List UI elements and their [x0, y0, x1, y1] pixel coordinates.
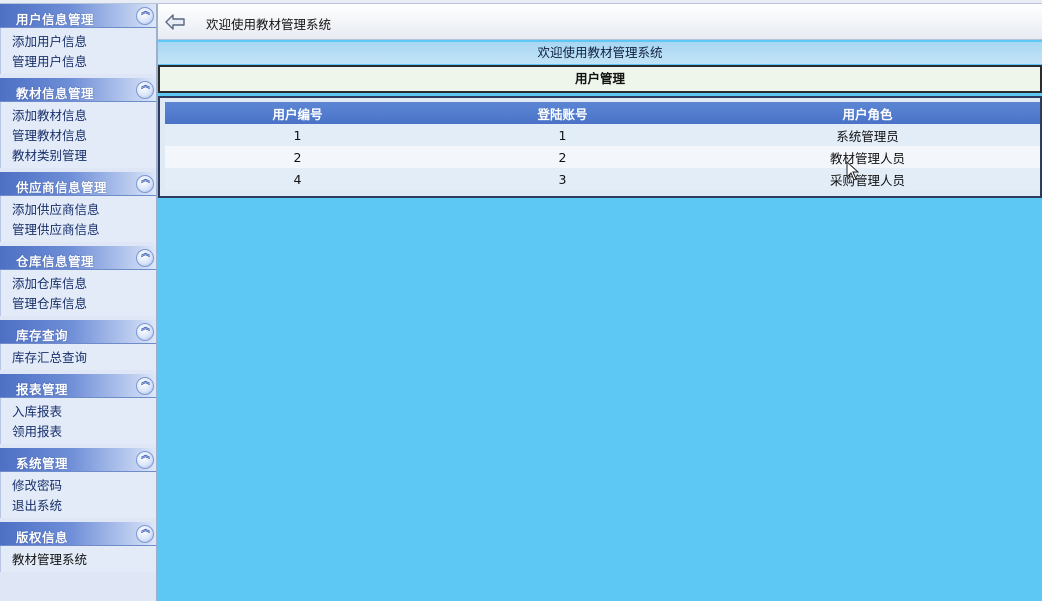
sidebar-group-user: 用户信息管理 ︽ 添加用户信息 管理用户信息: [0, 4, 156, 74]
collapse-icon[interactable]: ︽: [136, 323, 154, 341]
sidebar-group-title: 系统管理: [16, 456, 69, 471]
sidebar-group-header[interactable]: 仓库信息管理 ︽: [0, 246, 156, 270]
sidebar-group-warehouse: 仓库信息管理 ︽ 添加仓库信息 管理仓库信息: [0, 246, 156, 316]
column-header-user-role[interactable]: 用户角色: [695, 102, 1040, 124]
sidebar-item-logout[interactable]: 退出系统: [1, 496, 156, 516]
sidebar-group-title: 用户信息管理: [16, 12, 95, 27]
table-row[interactable]: 4 3 采购管理人员: [165, 168, 1040, 190]
copyright-text: 教材管理系统: [12, 552, 88, 567]
sidebar-group-supplier: 供应商信息管理 ︽ 添加供应商信息 管理供应商信息: [0, 172, 156, 242]
sidebar-item-add-supplier[interactable]: 添加供应商信息: [1, 200, 156, 220]
sidebar-group-copyright: 版权信息 ︽ 教材管理系统: [0, 522, 156, 572]
sidebar-group-header[interactable]: 报表管理 ︽: [0, 374, 156, 398]
header-title: 欢迎使用教材管理系统: [206, 17, 332, 32]
main-content: 欢迎使用教材管理系统 欢迎使用教材管理系统 用户管理 用户编号 登陆账号 用户角…: [158, 4, 1042, 601]
table-header-row: 用户编号 登陆账号 用户角色: [165, 102, 1040, 124]
sidebar-group-title: 仓库信息管理: [16, 254, 95, 269]
sidebar-item-inventory-summary[interactable]: 库存汇总查询: [1, 348, 156, 368]
sidebar-item-add-warehouse[interactable]: 添加仓库信息: [1, 274, 156, 294]
column-header-login-account[interactable]: 登陆账号: [430, 102, 695, 124]
user-table: 用户编号 登陆账号 用户角色 1 1 系统管理员 2 2 教材管理人员 4 3 …: [165, 102, 1040, 190]
cell-login-account: 2: [430, 146, 695, 168]
column-header-user-id[interactable]: 用户编号: [165, 102, 430, 124]
sidebar-group-title: 教材信息管理: [16, 86, 95, 101]
sidebar-group-body: 添加供应商信息 管理供应商信息: [0, 196, 156, 242]
collapse-icon[interactable]: ︽: [136, 249, 154, 267]
sidebar-group-body: 教材管理系统: [0, 546, 156, 572]
welcome-banner: 欢迎使用教材管理系统: [158, 42, 1042, 64]
cell-login-account: 3: [430, 168, 695, 190]
back-arrow-icon[interactable]: [164, 13, 186, 31]
sidebar-item-change-password[interactable]: 修改密码: [1, 476, 156, 496]
collapse-icon[interactable]: ︽: [136, 81, 154, 99]
cell-user-id: 4: [165, 168, 430, 190]
sidebar-group-header[interactable]: 用户信息管理 ︽: [0, 4, 156, 28]
sidebar-item-manage-warehouse[interactable]: 管理仓库信息: [1, 294, 156, 314]
cell-user-id: 1: [165, 124, 430, 146]
sidebar: 用户信息管理 ︽ 添加用户信息 管理用户信息 教材信息管理 ︽ 添加教材信息 管…: [0, 4, 157, 601]
collapse-icon[interactable]: ︽: [136, 7, 154, 25]
sidebar-item-stock-in-report[interactable]: 入库报表: [1, 402, 156, 422]
sidebar-group-header[interactable]: 库存查询 ︽: [0, 320, 156, 344]
cell-user-role: 教材管理人员: [695, 146, 1040, 168]
sidebar-group-body: 添加教材信息 管理教材信息 教材类别管理: [0, 102, 156, 168]
sidebar-group-body: 入库报表 领用报表: [0, 398, 156, 444]
sidebar-group-title: 库存查询: [16, 328, 69, 343]
sidebar-item-manage-supplier[interactable]: 管理供应商信息: [1, 220, 156, 240]
sidebar-item-manage-textbook[interactable]: 管理教材信息: [1, 126, 156, 146]
sidebar-group-system: 系统管理 ︽ 修改密码 退出系统: [0, 448, 156, 518]
cell-user-role: 系统管理员: [695, 124, 1040, 146]
sidebar-group-header[interactable]: 供应商信息管理 ︽: [0, 172, 156, 196]
table-row[interactable]: 2 2 教材管理人员: [165, 146, 1040, 168]
cell-user-id: 2: [165, 146, 430, 168]
mouse-cursor-icon: [846, 160, 860, 181]
sidebar-group-header[interactable]: 系统管理 ︽: [0, 448, 156, 472]
user-table-container: 用户编号 登陆账号 用户角色 1 1 系统管理员 2 2 教材管理人员 4 3 …: [158, 96, 1042, 198]
section-title: 用户管理: [158, 65, 1042, 93]
collapse-icon[interactable]: ︽: [136, 451, 154, 469]
sidebar-group-title: 报表管理: [16, 382, 69, 397]
cell-login-account: 1: [430, 124, 695, 146]
sidebar-group-title: 版权信息: [16, 530, 69, 545]
collapse-icon[interactable]: ︽: [136, 377, 154, 395]
sidebar-group-body: 库存汇总查询: [0, 344, 156, 370]
cell-user-role: 采购管理人员: [695, 168, 1040, 190]
sidebar-group-title: 供应商信息管理: [16, 180, 108, 195]
sidebar-group-inventory: 库存查询 ︽ 库存汇总查询: [0, 320, 156, 370]
sidebar-group-body: 添加用户信息 管理用户信息: [0, 28, 156, 74]
header-bar: 欢迎使用教材管理系统: [158, 4, 1042, 40]
sidebar-item-usage-report[interactable]: 领用报表: [1, 422, 156, 442]
sidebar-item-add-user[interactable]: 添加用户信息: [1, 32, 156, 52]
collapse-icon[interactable]: ︽: [136, 175, 154, 193]
table-row[interactable]: 1 1 系统管理员: [165, 124, 1040, 146]
sidebar-item-add-textbook[interactable]: 添加教材信息: [1, 106, 156, 126]
sidebar-group-reports: 报表管理 ︽ 入库报表 领用报表: [0, 374, 156, 444]
sidebar-group-header[interactable]: 教材信息管理 ︽: [0, 78, 156, 102]
collapse-icon[interactable]: ︽: [136, 525, 154, 543]
sidebar-group-textbook: 教材信息管理 ︽ 添加教材信息 管理教材信息 教材类别管理: [0, 78, 156, 168]
sidebar-group-body: 修改密码 退出系统: [0, 472, 156, 518]
sidebar-item-manage-user[interactable]: 管理用户信息: [1, 52, 156, 72]
sidebar-group-body: 添加仓库信息 管理仓库信息: [0, 270, 156, 316]
sidebar-item-textbook-category[interactable]: 教材类别管理: [1, 146, 156, 166]
sidebar-group-header[interactable]: 版权信息 ︽: [0, 522, 156, 546]
